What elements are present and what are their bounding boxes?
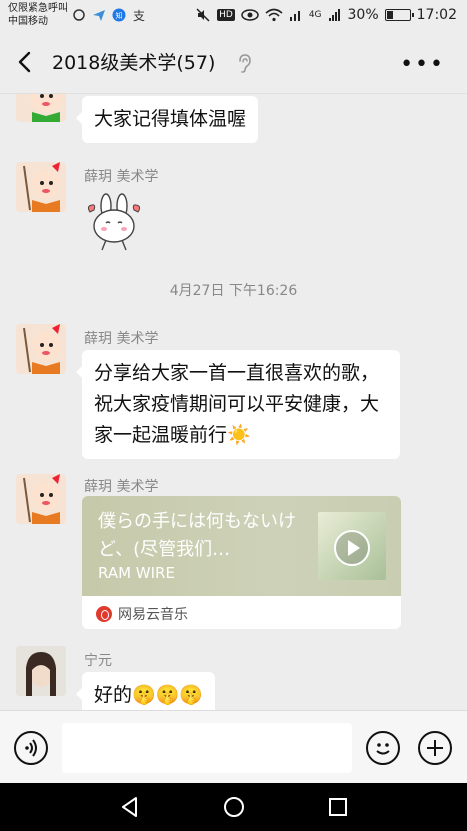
music-source-label: 网易云音乐 [118,607,188,623]
eye-icon [241,9,259,21]
sender-name: 薛玥 美术学 [84,169,159,185]
music-source: 网易云音乐 [96,604,188,624]
zhihu-icon: 知 [112,8,126,22]
chat-title: 2018级美术学(57) [52,52,216,74]
cartoon-avatar-icon [23,162,60,212]
cartoon-avatar-icon [23,474,60,524]
voice-icon [25,739,37,757]
netease-music-icon [96,606,112,622]
message-input[interactable] [62,723,352,773]
cartoon-avatar-icon [23,324,60,374]
music-share-card[interactable]: 僕らの手には何もないけど、(尽管我们… RAM WIRE 网易云音乐 [82,496,401,629]
message-bubble[interactable]: 大家记得填体温喔 [75,96,259,143]
home-circle-icon[interactable] [222,795,246,819]
alipay-icon: 支 [133,9,145,22]
cartoon-avatar-icon [31,94,61,122]
input-bar [0,710,467,783]
sender-name: 薛玥 美术学 [84,331,159,347]
signal-icon-2 [328,9,340,21]
carrier-line-1: 仅限紧急呼叫 [8,3,68,14]
system-navigation-bar [0,783,467,831]
wifi-icon [265,8,283,22]
carrier-info: 仅限紧急呼叫 中国移动 [8,2,68,28]
message-bubble[interactable]: 分享给大家一首一直很喜欢的歌，祝大家疫情期间可以平安健康，大家一起温暖前行☀️ [76,350,400,459]
smiley-icon [376,743,390,755]
song-artist: RAM WIRE [98,564,175,582]
avatar[interactable] [16,324,66,374]
mute-icon [196,8,210,22]
ear-icon [239,54,251,73]
svg-text:知: 知 [116,11,123,20]
song-title: 僕らの手には何もないけど、(尽管我们… [98,511,296,560]
time-divider: 4月27日 下午16:26 [169,283,298,299]
signal-icon [289,11,300,21]
more-functions-button[interactable] [418,731,452,765]
music-card-banner: 僕らの手には何もないけど、(尽管我们… RAM WIRE [82,496,401,596]
avatar[interactable] [16,474,66,524]
plus-icon [427,740,443,756]
svg-text:支: 支 [133,9,145,22]
system-status: HD 4G 30% 17:02 [195,7,457,23]
avatar[interactable] [16,646,66,696]
message-notification-icon [73,9,85,21]
avatar[interactable] [16,162,66,212]
play-icon[interactable] [332,528,372,568]
more-options-icon[interactable]: ••• [400,52,445,77]
bunny-sticker-icon[interactable] [84,192,148,252]
photo-avatar-icon [16,646,66,696]
back-triangle-icon[interactable] [118,795,142,819]
avatar[interactable] [16,94,66,122]
chat-header: 2018级美术学(57) ••• [0,32,467,94]
notification-icons: 知 支 [72,8,146,22]
message-bubble[interactable]: 好的🤫🤫🤫 [76,672,215,710]
sender-name: 薛玥 美术学 [84,479,159,495]
battery-percent: 30% [347,7,379,23]
sender-name: 宁元 [84,653,112,669]
emoji-button[interactable] [366,731,400,765]
recents-square-icon[interactable] [326,795,350,819]
carrier-line-2: 中国移动 [8,16,48,27]
message-list[interactable]: 大家记得填体温喔 薛玥 美术学 4月27日 下午16:26 薛玥 美术学 分享给… [0,94,467,710]
network-type: 4G [308,10,322,20]
paper-plane-icon [93,10,105,21]
hd-badge: HD [217,9,235,21]
status-bar: 仅限紧急呼叫 中国移动 知 支 HD 4G 30% 17:02 [0,0,467,32]
voice-input-button[interactable] [14,731,48,765]
battery-icon [384,9,414,21]
back-arrow-icon[interactable] [14,50,38,74]
clock: 17:02 [416,7,457,23]
battery-fill [386,11,394,19]
